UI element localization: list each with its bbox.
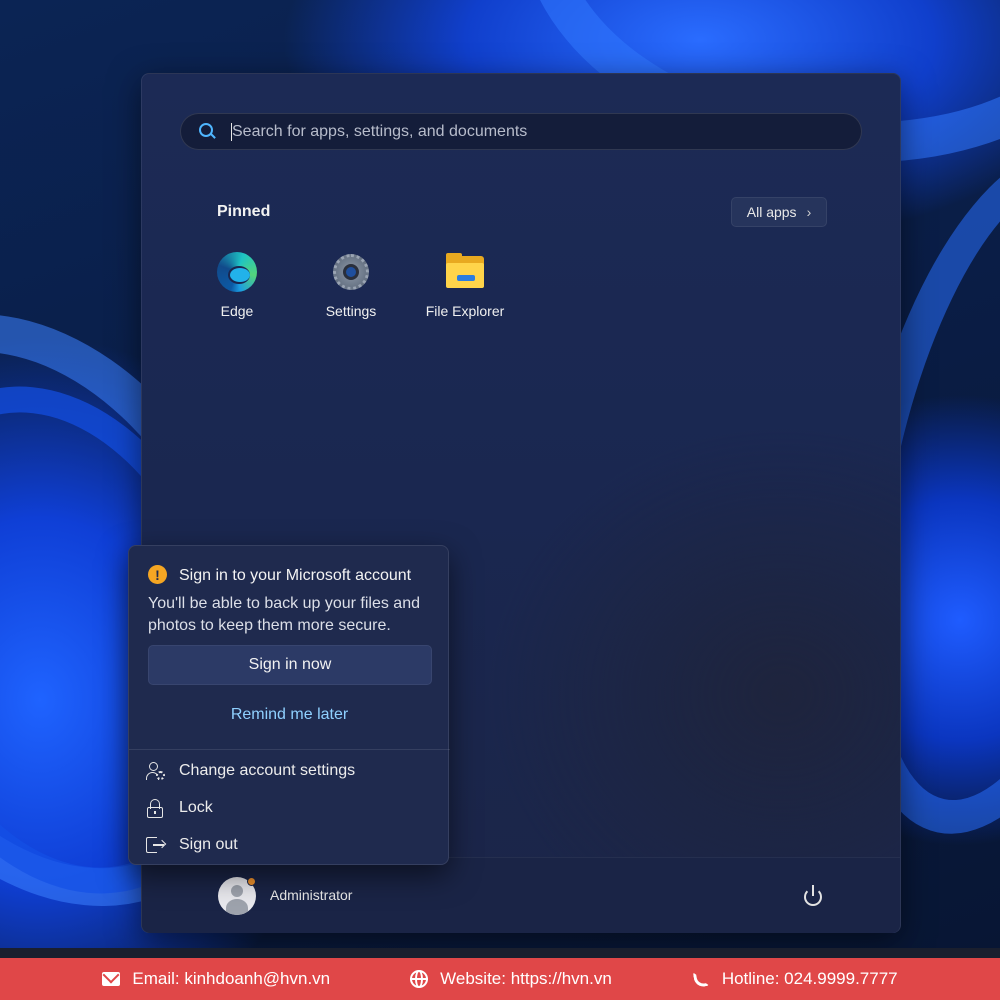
banner-email-text: Email: kinhdoanh@hvn.vn	[132, 969, 331, 988]
menu-item-label: Lock	[179, 799, 213, 816]
folder-icon	[445, 252, 485, 292]
divider	[129, 749, 450, 750]
remind-me-later-link[interactable]: Remind me later	[129, 706, 450, 724]
phone-icon	[692, 969, 710, 989]
lock-item[interactable]: Lock	[145, 793, 435, 823]
sign-out-icon	[145, 835, 167, 855]
sign-out-item[interactable]: Sign out	[145, 830, 435, 860]
banner-website[interactable]: Website: https://hvn.vn	[410, 969, 612, 989]
pinned-app-label: Edge	[220, 303, 254, 319]
search-input[interactable]	[232, 114, 861, 149]
menu-item-label: Sign out	[179, 836, 238, 853]
pinned-app-settings[interactable]: Settings	[301, 252, 401, 322]
contact-banner: Email: kinhdoanh@hvn.vn Website: https:/…	[0, 958, 1000, 1000]
banner-website-text: Website: https://hvn.vn	[440, 969, 612, 988]
pinned-app-label: File Explorer	[425, 303, 505, 319]
pinned-section-title: Pinned	[217, 203, 271, 220]
power-button[interactable]	[802, 885, 824, 907]
username[interactable]: Administrator	[270, 887, 352, 903]
account-settings-icon	[145, 761, 165, 781]
gear-icon	[331, 252, 371, 292]
taskbar	[0, 948, 1000, 958]
pinned-app-label: Settings	[325, 303, 377, 319]
banner-hotline-text: Hotline: 024.9999.7777	[721, 969, 898, 988]
flyout-description: You'll be able to back up your files and…	[148, 595, 420, 634]
all-apps-button[interactable]: All apps ›	[731, 197, 827, 227]
sign-in-now-button[interactable]: Sign in now	[148, 645, 432, 685]
change-account-settings-item[interactable]: Change account settings	[145, 756, 435, 786]
lock-icon	[145, 798, 165, 818]
flyout-title: Sign in to your Microsoft account	[179, 567, 412, 584]
pinned-app-file-explorer[interactable]: File Explorer	[415, 252, 515, 322]
account-flyout: ! Sign in to your Microsoft account You'…	[128, 545, 450, 865]
start-menu-footer: Administrator	[142, 857, 900, 933]
globe-icon	[410, 970, 429, 988]
all-apps-label: All apps	[746, 204, 797, 220]
banner-email[interactable]: Email: kinhdoanh@hvn.vn	[102, 966, 331, 989]
pinned-app-edge[interactable]: Edge	[187, 252, 287, 322]
search-box[interactable]	[180, 113, 862, 150]
banner-hotline[interactable]: Hotline: 024.9999.7777	[692, 969, 898, 989]
notification-dot	[247, 877, 256, 886]
menu-item-label: Change account settings	[179, 762, 356, 779]
edge-icon	[217, 252, 257, 292]
search-icon	[199, 122, 217, 141]
mail-icon	[102, 966, 121, 988]
chevron-right-icon: ›	[806, 204, 812, 220]
warning-icon: !	[148, 565, 167, 584]
